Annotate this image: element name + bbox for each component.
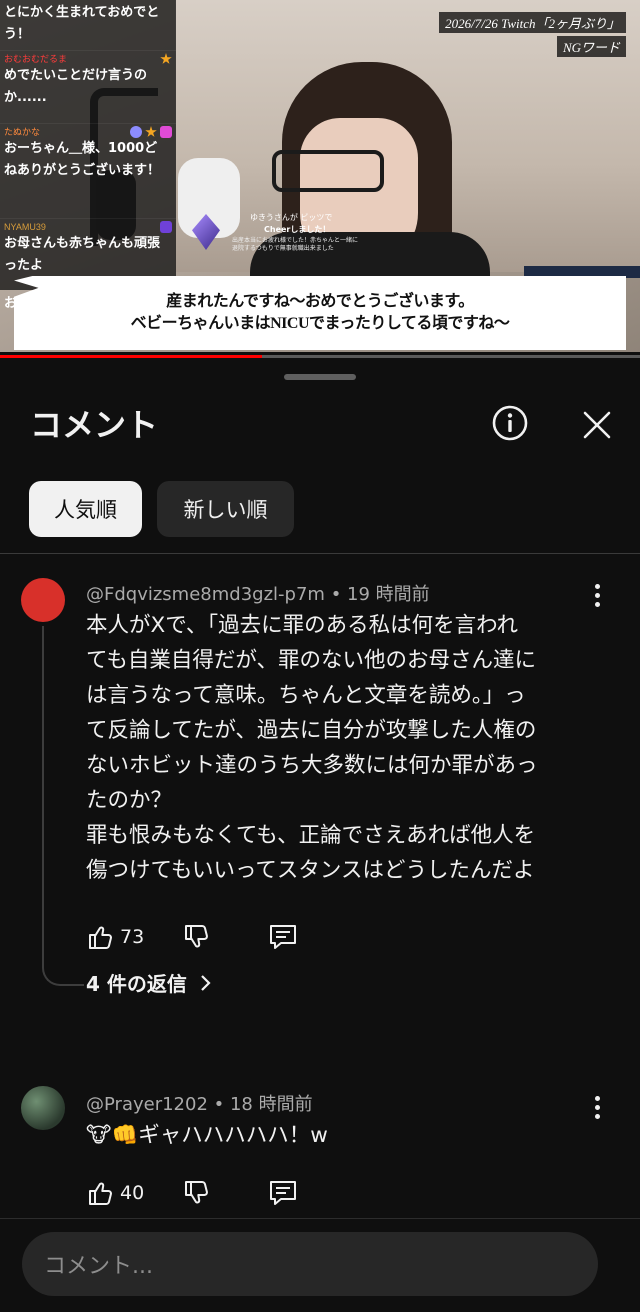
cheer-alert: ゆきうさんが ビッツで Cheerしました！ 出産本当にお疲れ様でした！赤ちゃん…: [192, 210, 364, 266]
comment-line: 罪も恨みもなくても、正論でさえあれば他人を: [86, 823, 536, 848]
chat-badges: [160, 53, 172, 65]
subtitle-caption-box: 産まれたんですね～おめでとうございます。 ベビーちゃんいまはNICUでまったりし…: [14, 276, 626, 350]
dot-icon: [594, 602, 600, 607]
chevron-right-icon: [201, 974, 211, 991]
divider: [0, 553, 640, 554]
like-button[interactable]: 40: [86, 1179, 144, 1207]
chat-username: NYAMU39: [4, 222, 46, 232]
comment-line: 本人がXで、「過去に罪のある私は何を言われ: [86, 613, 519, 638]
comment-thread: @Prayer1202 • 18 時間前 🐮👊ギャハハハハハ！w 40: [0, 1084, 640, 1214]
stream-chat-overlay: とにかく生まれておめでとう！ おむおむだるま めでたいことだけ言うのか.....…: [0, 0, 176, 290]
cheer-line-2: Cheerしました！: [264, 225, 331, 234]
stream-date-title: 2026/7/26 Twitch「2ヶ月ぶり」: [439, 12, 626, 33]
comment-thread: @Fdqvizsme8md3gzl-p7m • 19 時間前 本人がXで、「過去…: [0, 574, 640, 1054]
dot-icon: [594, 1096, 600, 1101]
star-badge-icon: [145, 126, 157, 137]
info-button[interactable]: [492, 405, 528, 441]
comment-time: 19 時間前: [347, 584, 430, 605]
thumbs-down-icon: [185, 925, 209, 948]
drag-handle[interactable]: [284, 374, 356, 380]
cheer-line-3: 出産本当にお疲れ様でした！赤ちゃんと一緒に退院するつもりで無事就職出来ました: [232, 237, 359, 252]
chat-text: めでたいことだけ言うのか......: [4, 68, 148, 105]
ng-word-label: NGワード: [556, 36, 626, 57]
comment-meta: @Prayer1202 • 18 時間前: [86, 1090, 313, 1116]
comment-menu-button[interactable]: [586, 584, 608, 610]
subtitle-line-2: ベビーちゃんいまはNICUでまったりしてる頃ですね～: [130, 315, 510, 332]
avatar[interactable]: [21, 1086, 65, 1130]
bits-gem-icon: [192, 214, 220, 250]
panel-title: コメント: [30, 406, 159, 444]
comment-line: て反論してたが、過去に自分が攻撃した人権の: [86, 718, 537, 743]
chat-text: おーちゃん＿様、1000どねありがとうございます！: [4, 141, 161, 178]
reply-comment-icon: [270, 1181, 297, 1205]
chat-badges: [160, 221, 172, 233]
star-badge-icon: [160, 53, 172, 64]
dot-icon: [594, 593, 600, 598]
comment-line: 🐮👊ギャハハハハハ！w: [86, 1123, 328, 1148]
dot-icon: [594, 584, 600, 589]
sub-badge-icon: [160, 221, 172, 233]
comment-line: たのか？: [86, 788, 173, 813]
video-player[interactable]: とにかく生まれておめでとう！ おむおむだるま めでたいことだけ言うのか.....…: [0, 0, 640, 352]
reply-comment-icon: [270, 925, 297, 949]
video-badge-icon: [160, 126, 172, 138]
comment-line: ないホビット達のうち大多数には何か罪があっ: [86, 753, 538, 778]
video-progress-fill: [0, 355, 263, 358]
reply-button[interactable]: [268, 1179, 298, 1207]
chat-message: とにかく生まれておめでとう！: [0, 0, 176, 50]
cheer-line-1: ゆきうさんが ビッツで: [250, 213, 333, 222]
comments-panel: コメント 人気順 新しい順 @Fdqvizsme8md3gzl-p7m • 19…: [0, 362, 640, 1312]
sort-chip-top[interactable]: 人気順: [29, 481, 142, 537]
info-icon: [492, 405, 528, 441]
chat-text: お母さんも赤ちゃんも頑張ったよ: [4, 236, 161, 273]
subtitle-line-1: 産まれたんですね～おめでとうございます。: [166, 293, 474, 310]
streamer-glasses: [272, 150, 384, 192]
verified-badge-icon: [130, 126, 142, 138]
comment-body: 本人がXで、「過去に罪のある私は何を言われ ても自業自得だが、罪のない他のお母さ…: [86, 608, 596, 888]
sort-chip-newest[interactable]: 新しい順: [157, 481, 294, 537]
close-button[interactable]: [579, 407, 615, 443]
view-replies-button[interactable]: 4 件の返信: [86, 968, 215, 997]
comment-input-placeholder: コメント...: [44, 1254, 153, 1279]
like-count: 40: [120, 1182, 145, 1204]
thumbs-up-icon: [89, 926, 112, 949]
like-count: 73: [120, 926, 145, 948]
comment-body: 🐮👊ギャハハハハハ！w: [86, 1118, 596, 1153]
comment-meta: @Fdqvizsme8md3gzl-p7m • 19 時間前: [86, 580, 430, 606]
like-button[interactable]: 73: [86, 923, 144, 951]
dislike-button[interactable]: [182, 1179, 210, 1207]
meta-separator: •: [330, 584, 348, 605]
chat-message: おむおむだるま めでたいことだけ言うのか......: [0, 50, 176, 123]
video-progress-bar[interactable]: [0, 355, 640, 358]
comment-author[interactable]: @Fdqvizsme8md3gzl-p7m: [86, 584, 325, 605]
chat-message: たぬかな おーちゃん＿様、1000どねありがとうございます！: [0, 123, 176, 218]
chat-text: とにかく生まれておめでとう！: [4, 5, 160, 42]
comment-line: 傷つけてもいいってスタンスはどうしたんだよ: [86, 858, 535, 883]
meta-separator: •: [213, 1094, 230, 1115]
comment-line: は言うなって意味。ちゃんと文章を読め。」っ: [86, 683, 526, 708]
replies-label: 4 件の返信: [86, 972, 187, 996]
close-icon: [583, 411, 611, 439]
comment-actions: 73: [86, 920, 298, 954]
dot-icon: [594, 1105, 600, 1110]
dislike-button[interactable]: [182, 923, 210, 951]
chat-username: おむおむだるま: [4, 54, 68, 64]
comment-actions: 40: [86, 1176, 298, 1210]
comment-line: ても自業自得だが、罪のない他のお母さん達に: [86, 648, 536, 673]
chat-badges: [130, 126, 172, 138]
comment-time: 18 時間前: [229, 1094, 313, 1115]
comment-input[interactable]: コメント...: [22, 1232, 598, 1296]
thread-connector: [42, 626, 84, 986]
avatar[interactable]: [21, 578, 65, 622]
reply-button[interactable]: [268, 923, 298, 951]
thumbs-up-icon: [89, 1182, 112, 1205]
thumbs-down-icon: [185, 1181, 209, 1204]
comment-author[interactable]: @Prayer1202: [86, 1094, 208, 1115]
divider: [0, 1218, 640, 1219]
